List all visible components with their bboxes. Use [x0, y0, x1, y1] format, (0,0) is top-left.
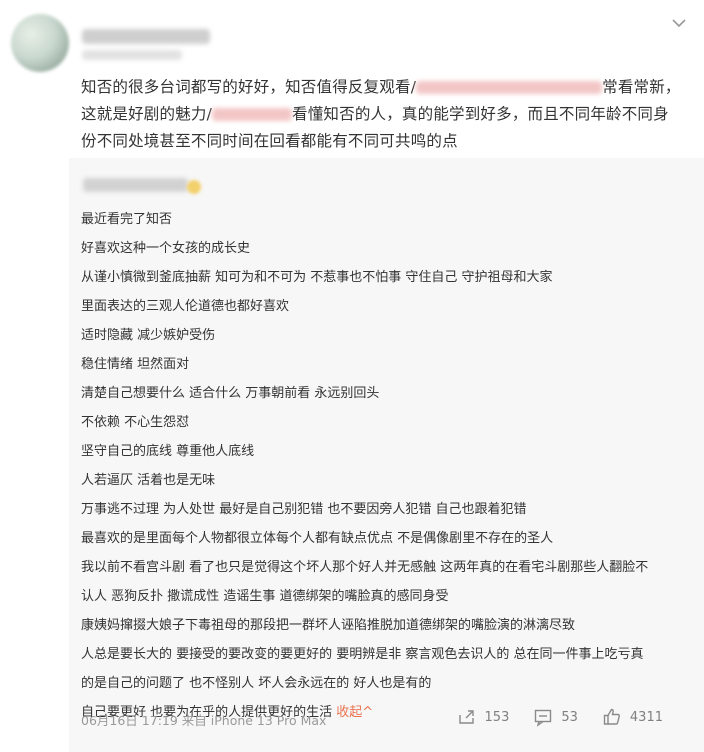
comment-line: 不依赖 不心生怨怼	[81, 415, 190, 430]
comment-line: 从谨小慎微到釜底抽薪 知可为和不可为 不惹事也不怕事 守住自己 守护祖母和大家	[81, 270, 553, 285]
comment-line: 适时隐藏 减少嫉妒受伤	[81, 328, 216, 343]
post-text: 知否的很多台词都写的好好，知否值得反复观看/常看常新， 这就是好剧的魅力/看懂知…	[81, 78, 681, 150]
avatar[interactable]	[11, 14, 69, 72]
comment-text: 最近看完了知否 好喜欢这种一个女孩的成长史 从谨小慎微到釜底抽薪 知可为和不可为…	[81, 205, 691, 727]
comment-button[interactable]: 53	[533, 707, 578, 727]
comment-line: 好喜欢这种一个女孩的成长史	[81, 241, 251, 256]
comment-line: 万事逃不过理 为人处世 最好是自己别犯错 也不要因旁人犯错 自己也跟着犯错	[81, 502, 527, 517]
comment-line: 稳住情绪 坦然面对	[81, 357, 190, 372]
comment-icon	[535, 709, 552, 727]
blurred-link[interactable]	[416, 81, 603, 94]
comment-line: 最近看完了知否	[81, 212, 173, 227]
username-blurred[interactable]	[82, 29, 210, 44]
emoji-icon	[187, 180, 201, 194]
comment-line: 我以前不看宫斗剧 看了也只是觉得这个坏人那个好人并无感触 这两年真的在看宅斗剧那…	[81, 560, 649, 575]
chevron-down-icon[interactable]	[668, 12, 690, 34]
action-bar: 153 53 4311	[433, 707, 663, 727]
repost-comment-box: 最近看完了知否 好喜欢这种一个女孩的成长史 从谨小慎微到釜底抽薪 知可为和不可为…	[69, 158, 704, 752]
thumbs-up-icon	[603, 708, 620, 725]
comment-line: 康姨妈撺掇大娘子下毒祖母的那段把一群坏人诬陷推脱加道德绑架的嘴脸演的淋漓尽致	[81, 618, 576, 633]
comment-line: 人若逼仄 活着也是无味	[81, 473, 216, 488]
like-button[interactable]: 4311	[602, 707, 663, 727]
weibo-post: 知否的很多台词都写的好好，知否值得反复观看/常看常新， 这就是好剧的魅力/看懂知…	[0, 0, 704, 752]
repost-icon	[458, 710, 474, 724]
timestamp-blurred	[82, 50, 182, 60]
post-meta: 06月16日 17:19 来自 iPhone 13 Pro Max	[81, 713, 327, 728]
commenter-name-blurred[interactable]	[83, 178, 188, 192]
comment-line: 清楚自己想要什么 适合什么 万事朝前看 永远别回头	[81, 386, 380, 401]
comment-line: 里面表达的三观人伦道德也都好喜欢	[81, 299, 290, 314]
comment-line: 的是自己的问题了 也不怪别人 坏人会永远在的 好人也是有的	[81, 676, 432, 691]
comment-line: 坚守自己的底线 尊重他人底线	[81, 444, 255, 459]
repost-button[interactable]: 153	[457, 707, 509, 727]
comment-line: 人总是要长大的 要接受的要改变的要更好的 要明辨是非 察言观色去识人的 总在同一…	[81, 647, 644, 662]
comment-line: 最喜欢的是里面每个人物都很立体每个人都有缺点优点 不是偶像剧里不存在的圣人	[81, 531, 554, 546]
blurred-link[interactable]	[212, 108, 293, 121]
comment-footer: 06月16日 17:19 来自 iPhone 13 Pro Max 153 53…	[81, 707, 691, 735]
comment-line: 认人 恶狗反扑 撒谎成性 造谣生事 道德绑架的嘴脸真的感同身受	[81, 589, 449, 604]
